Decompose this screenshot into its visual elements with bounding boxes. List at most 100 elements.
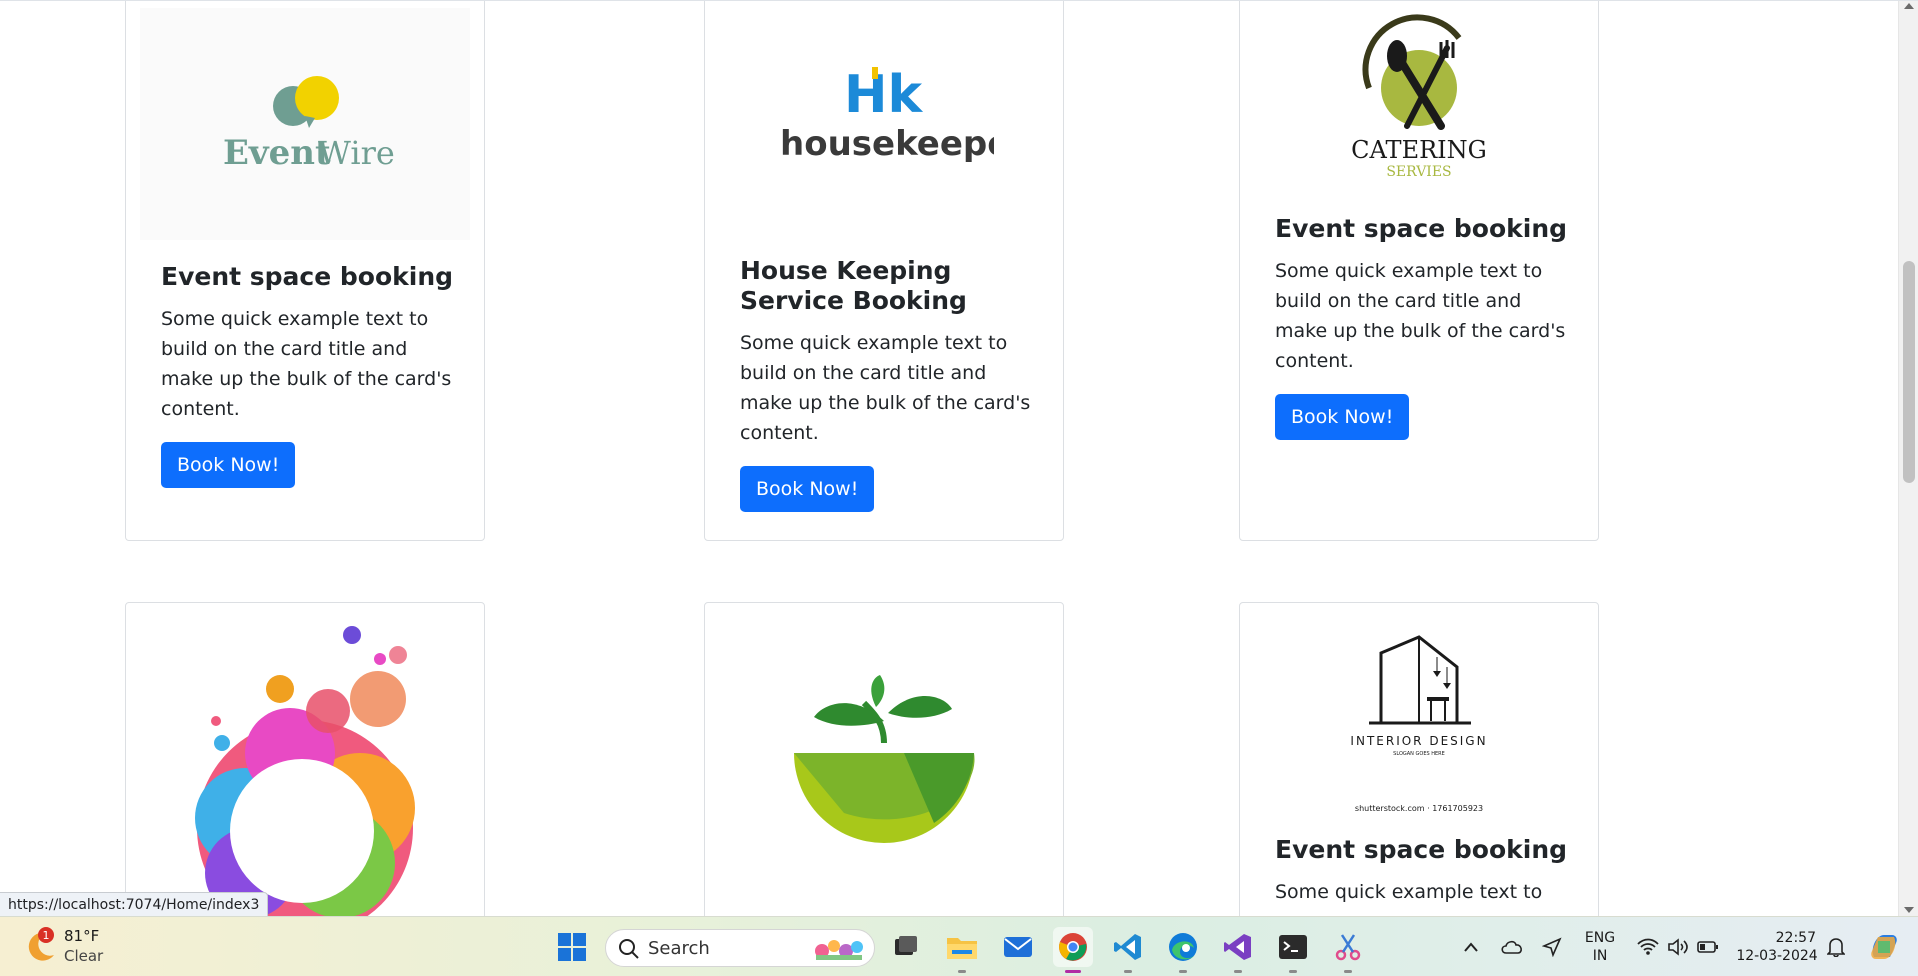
card-image: Event Wire (140, 8, 470, 240)
chrome-button[interactable] (1053, 927, 1093, 973)
speaker-icon (1668, 938, 1688, 956)
snipping-tool-button[interactable] (1328, 927, 1368, 973)
card-title: House Keeping Service Booking (740, 256, 967, 315)
chrome-icon (1059, 933, 1087, 961)
clock-date: 12-03-2024 (1736, 948, 1818, 964)
card-body: Event space booking Some quick example t… (161, 262, 456, 488)
start-button[interactable] (552, 927, 592, 967)
green-field-logo (794, 675, 975, 843)
active-indicator (1065, 970, 1081, 973)
card-title: Event space booking (1275, 214, 1568, 243)
scroll-up-icon[interactable] (1904, 3, 1914, 9)
card-image (140, 603, 470, 916)
card-image: CATERING SERVIES (1254, 8, 1584, 184)
battery-icon (1697, 941, 1718, 953)
language-label: ENG (1584, 930, 1616, 946)
interior-design-logo: INTERIOR DESIGN SLOGAN GOES HERE shutter… (1350, 635, 1487, 813)
onedrive-button[interactable] (1494, 927, 1530, 967)
running-indicator (958, 970, 966, 973)
task-view-button[interactable] (886, 927, 926, 967)
card-image (719, 663, 1049, 863)
book-now-button[interactable]: Book Now! (740, 466, 875, 512)
card-image: INTERIOR DESIGN SLOGAN GOES HERE shutter… (1254, 631, 1584, 821)
card-text: Some quick example text to build on the … (1275, 260, 1566, 372)
weather-widget[interactable]: 1 81°F Clear (26, 927, 103, 967)
card-title: Event space booking (1275, 835, 1568, 864)
running-indicator (1289, 970, 1297, 973)
logo-text: housekeeper (780, 124, 994, 164)
card-text: Some quick example text to build on the … (161, 308, 452, 420)
notifications-button[interactable] (1818, 927, 1854, 967)
weather-condition: Clear (64, 947, 104, 965)
housekeeper-logo: Hk housekeeper (780, 65, 994, 164)
copilot-button[interactable] (1862, 927, 1906, 967)
eventwire-logo: Event Wire (223, 76, 395, 173)
weather-badge: 1 (43, 929, 50, 942)
vscode-button[interactable] (1108, 927, 1148, 973)
language-indicator[interactable]: ENG IN (1580, 929, 1620, 965)
book-now-button[interactable]: Book Now! (161, 442, 296, 488)
logo-mark: Hk (844, 65, 924, 125)
edge-button[interactable] (1163, 927, 1203, 973)
vscode-icon (1114, 934, 1141, 960)
card-catering: CATERING SERVIES Event space booking Som… (1239, 1, 1599, 541)
logo-text-wire: Wire (318, 134, 395, 172)
location-button[interactable] (1534, 927, 1570, 967)
search-icon (619, 939, 639, 959)
windows-taskbar: 1 81°F Clear Search ENG IN 22:57 12-03-2… (0, 916, 1918, 976)
card-eventwire: Event Wire Event space booking Some quic… (125, 1, 485, 541)
page-scrollbar[interactable] (1898, 1, 1918, 916)
terminal-button[interactable] (1273, 927, 1313, 973)
card-body: House Keeping Service Booking Some quick… (740, 256, 1035, 512)
visual-studio-icon (1224, 934, 1251, 960)
location-arrow-icon (1542, 937, 1562, 957)
image-caption: shutterstock.com · 1761705923 (1355, 804, 1483, 813)
search-label: Search (648, 938, 710, 959)
card-housekeeper: Hk housekeeper House Keeping Service Boo… (704, 1, 1064, 541)
mail-button[interactable] (998, 927, 1038, 967)
clock[interactable]: 22:57 12-03-2024 (1734, 929, 1820, 965)
card-green-field (704, 602, 1064, 916)
card-image: Hk housekeeper (719, 42, 1049, 182)
wifi-icon (1637, 938, 1659, 955)
scroll-down-icon[interactable] (1904, 907, 1914, 913)
edge-icon (1169, 933, 1197, 961)
clock-time: 22:57 (1775, 930, 1816, 946)
bell-icon (1827, 938, 1845, 957)
region-label: IN (1592, 948, 1608, 964)
windows-icon (558, 933, 586, 961)
moon-icon: 1 (28, 927, 54, 961)
card-title: Event space booking (161, 262, 454, 291)
logo-subtext: SLOGAN GOES HERE (1393, 751, 1445, 757)
card-interior-design: INTERIOR DESIGN SLOGAN GOES HERE shutter… (1239, 602, 1599, 916)
taskbar-search[interactable]: Search (605, 929, 875, 967)
weather-temp: 81°F (64, 927, 100, 945)
logo-text: INTERIOR DESIGN (1350, 734, 1487, 748)
browser-viewport: Event Wire Event space booking Some quic… (0, 0, 1918, 916)
card-text: Some quick example text to (1275, 881, 1543, 903)
battery-button[interactable] (1690, 927, 1726, 967)
logo-text-event: Event (223, 133, 331, 173)
running-indicator (1234, 970, 1242, 973)
card-text: Some quick example text to build on the … (740, 332, 1031, 444)
running-indicator (1344, 970, 1352, 973)
terminal-icon (1279, 935, 1307, 959)
logo-text: CATERING (1351, 136, 1487, 164)
card-colorful-art (125, 602, 485, 916)
chevron-up-icon (1464, 942, 1478, 952)
cloud-icon (1501, 940, 1522, 954)
show-hidden-icons-button[interactable] (1453, 927, 1489, 967)
status-bar-url: https://localhost:7074/Home/index3 (0, 892, 269, 916)
card-body: Event space booking Some quick example t… (1275, 214, 1570, 440)
scroll-thumb[interactable] (1903, 261, 1915, 483)
task-view-icon (895, 936, 917, 955)
running-indicator (1179, 970, 1187, 973)
scissors-icon (1335, 934, 1361, 961)
logo-subtext: SERVIES (1386, 164, 1451, 180)
running-indicator (1124, 970, 1132, 973)
file-explorer-button[interactable] (942, 927, 982, 973)
visual-studio-button[interactable] (1218, 927, 1258, 973)
catering-logo: CATERING SERVIES (1351, 14, 1487, 180)
flowers-icon (815, 940, 863, 960)
book-now-button[interactable]: Book Now! (1275, 394, 1410, 440)
